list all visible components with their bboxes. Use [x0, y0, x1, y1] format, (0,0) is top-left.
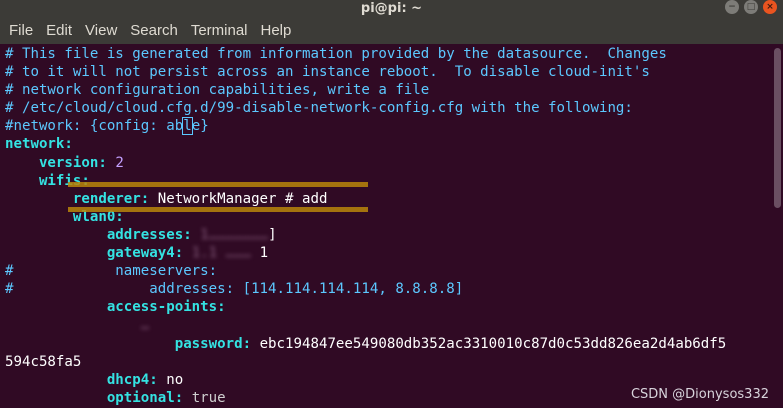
- comment-line: # addresses: [114.114.114.114, 8.8.8.8]: [5, 281, 464, 298]
- yaml-key: password:: [5, 335, 252, 352]
- menu-search[interactable]: Search: [123, 18, 184, 44]
- menu-bar: File Edit View Search Terminal Help: [0, 18, 783, 44]
- yaml-key: dhcp4:: [5, 371, 158, 388]
- yaml-value: true: [183, 389, 226, 406]
- scrollbar[interactable]: [771, 44, 783, 224]
- comment-line: # nameservers:: [5, 263, 218, 280]
- close-icon[interactable]: ×: [763, 0, 777, 14]
- yaml-value: NetworkManager # add: [149, 190, 328, 207]
- terminal-text: # This file is generated from informatio…: [0, 44, 783, 407]
- yaml-value: 594c58fa5: [5, 353, 82, 370]
- scrollbar-thumb[interactable]: [774, 48, 781, 208]
- yaml-key: version:: [5, 154, 107, 171]
- comment-line: # /etc/cloud/cloud.cfg.d/99-disable-netw…: [5, 100, 633, 117]
- menu-help[interactable]: Help: [254, 18, 298, 44]
- text-cursor: l: [182, 117, 193, 136]
- window-controls: − □ ×: [725, 0, 777, 14]
- terminal-window: pi@pi: ~ − □ × File Edit View Search Ter…: [0, 0, 783, 408]
- yaml-key: renderer:: [5, 190, 150, 207]
- redacted-value: 1.1 ………: [183, 245, 252, 262]
- redacted-value: …: [5, 317, 150, 334]
- window-title: pi@pi: ~: [360, 1, 423, 16]
- comment-line: # to it will not persist across an insta…: [5, 64, 650, 81]
- yaml-key: addresses:: [5, 226, 192, 243]
- comment-line: # This file is generated from informatio…: [5, 46, 667, 62]
- highlight-mark: [68, 182, 368, 187]
- maximize-icon[interactable]: □: [744, 0, 758, 14]
- comment-line: e}: [191, 118, 209, 135]
- redacted-value: 1…………………: [191, 226, 269, 243]
- yaml-value: ebc194847ee549080db352ac3310010c87d0c53d…: [251, 335, 727, 352]
- comment-line: #network: {config: ab: [5, 118, 184, 135]
- yaml-value: 1: [251, 245, 269, 262]
- watermark: CSDN @Dionysos332: [630, 387, 769, 402]
- title-bar: pi@pi: ~ − □ ×: [0, 0, 783, 18]
- yaml-key: gateway4:: [5, 245, 184, 262]
- minimize-icon[interactable]: −: [725, 0, 739, 14]
- menu-view[interactable]: View: [78, 18, 123, 44]
- yaml-value: ]: [268, 226, 277, 243]
- yaml-key: optional:: [5, 389, 184, 406]
- menu-terminal[interactable]: Terminal: [184, 18, 254, 44]
- terminal-content[interactable]: # This file is generated from informatio…: [0, 44, 783, 408]
- yaml-key: access-points:: [5, 299, 226, 316]
- yaml-value: no: [157, 371, 184, 388]
- menu-file[interactable]: File: [0, 18, 39, 44]
- comment-line: # network configuration capabilities, wr…: [5, 82, 430, 99]
- yaml-key: network:: [5, 136, 73, 153]
- menu-edit[interactable]: Edit: [39, 18, 78, 44]
- highlight-mark: [68, 207, 368, 212]
- yaml-value: 2: [106, 154, 124, 171]
